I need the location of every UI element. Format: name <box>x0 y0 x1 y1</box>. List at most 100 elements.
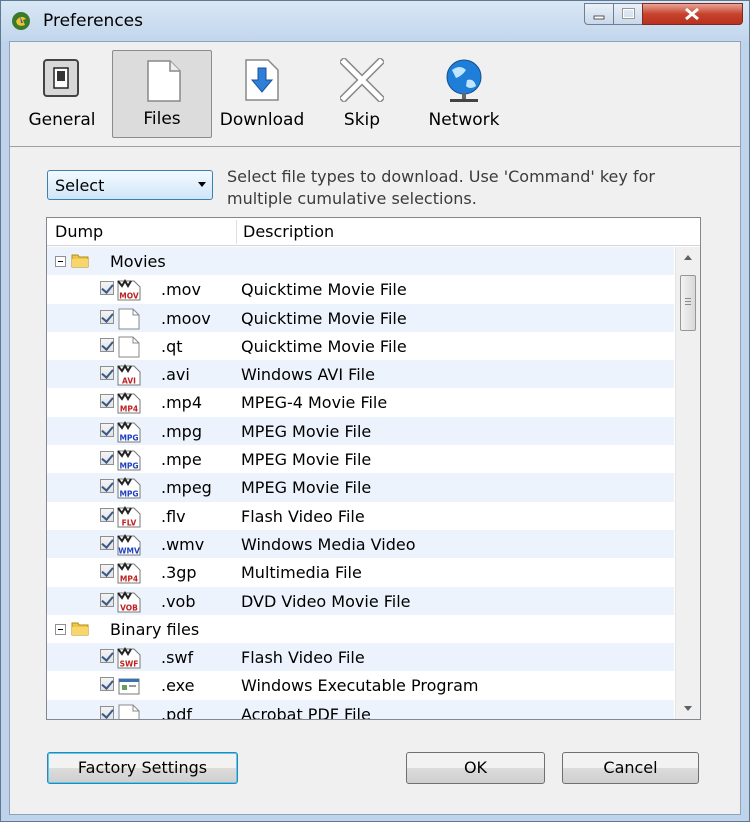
svg-text:MP4: MP4 <box>120 405 138 414</box>
group-row[interactable]: Movies <box>47 247 674 276</box>
tab-download-label: Download <box>219 110 305 130</box>
dump-checkbox[interactable] <box>100 592 114 607</box>
file-type-row[interactable]: MP4 .mp4 MPEG-4 Movie File <box>47 388 674 416</box>
file-extension: .mp4 <box>161 393 203 413</box>
factory-settings-button[interactable]: Factory Settings <box>47 752 238 784</box>
file-description: Quicktime Movie File <box>241 308 407 328</box>
file-type-icon: MP4 <box>117 392 141 414</box>
file-extension: .vob <box>161 591 196 611</box>
dump-checkbox[interactable] <box>100 564 114 579</box>
file-types-list[interactable]: Dump Description Movies MOV .mov Quicktime … <box>46 217 701 720</box>
scroll-thumb[interactable] <box>680 275 696 331</box>
svg-text:WMV: WMV <box>118 546 140 555</box>
file-type-row[interactable]: VOB .vob DVD Video Movie File <box>47 586 674 615</box>
close-button[interactable] <box>642 3 743 25</box>
file-extension: .flv <box>161 506 186 526</box>
dump-checkbox[interactable] <box>100 366 114 381</box>
file-extension: .mpeg <box>161 478 212 498</box>
tab-skip[interactable]: Skip <box>316 50 408 138</box>
file-description: Windows AVI File <box>241 365 375 385</box>
file-type-row[interactable]: .pdf Acrobat PDF File <box>47 699 674 719</box>
ok-button[interactable]: OK <box>406 752 545 784</box>
file-type-row[interactable]: FLV .flv Flash Video File <box>47 502 674 530</box>
title-bar[interactable]: Preferences <box>1 1 749 41</box>
svg-text:MPG: MPG <box>119 462 138 471</box>
file-description: Windows Executable Program <box>241 676 479 696</box>
file-extension: .exe <box>161 676 195 696</box>
scroll-down-arrow-icon[interactable] <box>684 706 692 711</box>
collapse-toggle-icon[interactable] <box>55 623 66 635</box>
group-row[interactable]: Binary files <box>47 615 674 643</box>
svg-text:AVI: AVI <box>122 377 136 386</box>
minimize-button[interactable] <box>584 3 614 25</box>
tab-general[interactable]: General <box>16 50 108 138</box>
file-type-icon: MPG <box>117 449 141 471</box>
file-type-row[interactable]: SWF .swf Flash Video File <box>47 643 674 672</box>
dump-checkbox[interactable] <box>100 677 114 692</box>
file-extension: .mpe <box>161 450 202 470</box>
file-type-icon <box>118 308 140 330</box>
tab-files[interactable]: Files <box>112 50 212 138</box>
file-type-row[interactable]: .moov Quicktime Movie File <box>47 303 674 332</box>
file-type-row[interactable]: MOV .mov Quicktime Movie File <box>47 275 674 303</box>
file-description: Quicktime Movie File <box>241 280 407 300</box>
preferences-toolbar: General Files Download Skip Network <box>10 42 740 147</box>
file-type-icon: MOV <box>117 279 141 301</box>
file-type-row[interactable]: MPG .mpeg MPEG Movie File <box>47 473 674 502</box>
dump-checkbox[interactable] <box>100 281 114 296</box>
tab-files-label: Files <box>143 109 181 129</box>
dump-checkbox[interactable] <box>100 422 114 437</box>
file-type-select[interactable]: Select <box>47 170 213 200</box>
file-extension: .swf <box>161 648 194 668</box>
file-description: Multimedia File <box>241 563 362 583</box>
cancel-button[interactable]: Cancel <box>562 752 699 784</box>
x-cross-icon <box>340 58 384 102</box>
file-type-row[interactable]: .exe Windows Executable Program <box>47 671 674 699</box>
dump-checkbox[interactable] <box>100 451 114 466</box>
dump-checkbox[interactable] <box>100 705 114 719</box>
file-type-icon <box>118 678 140 695</box>
maximize-button[interactable] <box>613 3 643 25</box>
tab-network-label: Network <box>428 110 500 130</box>
file-description: Flash Video File <box>241 648 365 668</box>
file-type-icon: WMV <box>117 534 141 556</box>
dump-checkbox[interactable] <box>100 507 114 522</box>
file-type-row[interactable]: WMV .wmv Windows Media Video <box>47 529 674 559</box>
vertical-scrollbar[interactable] <box>675 247 700 719</box>
dump-checkbox[interactable] <box>100 479 114 494</box>
column-description[interactable]: Description <box>243 222 334 241</box>
dump-checkbox[interactable] <box>100 337 114 352</box>
file-type-row[interactable]: MPG .mpe MPEG Movie File <box>47 445 674 473</box>
dump-checkbox[interactable] <box>100 394 114 409</box>
grip-line <box>685 301 691 302</box>
file-type-icon: MPG <box>117 477 141 499</box>
file-type-icon: VOB <box>117 590 141 613</box>
group-label: Movies <box>110 252 166 271</box>
tab-network[interactable]: Network <box>416 50 512 138</box>
file-description: DVD Video Movie File <box>241 591 411 611</box>
svg-text:SWF: SWF <box>120 660 139 669</box>
file-description: MPEG Movie File <box>241 450 372 470</box>
dump-checkbox[interactable] <box>100 535 114 550</box>
svg-text:MOV: MOV <box>119 292 139 301</box>
scroll-up-arrow-icon[interactable] <box>684 255 692 260</box>
maximize-icon <box>622 8 635 19</box>
instruction-text: Select file types to download. Use 'Comm… <box>227 167 655 208</box>
tab-download[interactable]: Download <box>216 50 308 138</box>
column-dump[interactable]: Dump <box>55 222 103 241</box>
dump-checkbox[interactable] <box>100 309 114 324</box>
file-type-row[interactable]: AVI .avi Windows AVI File <box>47 360 674 389</box>
folder-icon <box>71 254 89 268</box>
svg-text:MPG: MPG <box>119 490 138 499</box>
app-globe-icon <box>12 12 30 30</box>
file-extension: .moov <box>161 308 211 328</box>
group-label: Binary files <box>110 619 200 639</box>
dump-checkbox[interactable] <box>100 649 114 664</box>
file-description: MPEG Movie File <box>241 421 372 441</box>
download-arrow-icon <box>245 59 279 101</box>
file-type-row[interactable]: .qt Quicktime Movie File <box>47 332 674 360</box>
file-type-row[interactable]: MPG .mpg MPEG Movie File <box>47 416 674 446</box>
file-type-row[interactable]: MP4 .3gp Multimedia File <box>47 558 674 586</box>
file-description: Quicktime Movie File <box>241 336 407 356</box>
collapse-toggle-icon[interactable] <box>55 256 66 267</box>
